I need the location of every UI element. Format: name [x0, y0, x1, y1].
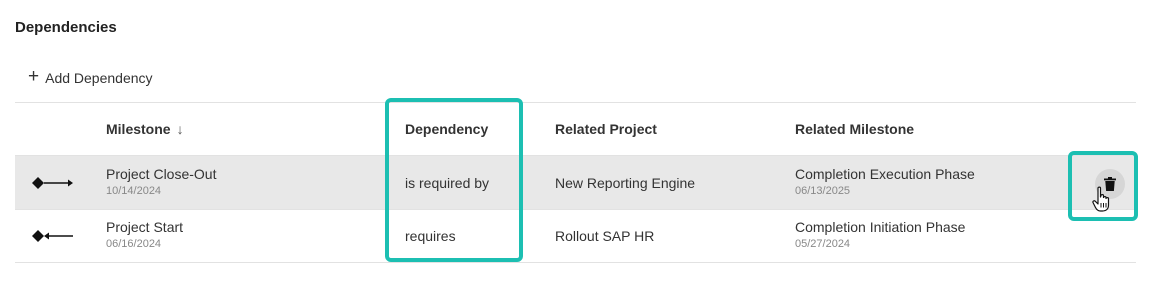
- add-dependency-button[interactable]: + Add Dependency: [28, 66, 153, 87]
- header-milestone-label: Milestone: [106, 121, 171, 137]
- plus-icon: +: [28, 66, 40, 87]
- hand-cursor-icon: [1092, 186, 1110, 212]
- related-milestone-name: Completion Execution Phase: [795, 166, 975, 182]
- milestone-cell: Project Close-Out 10/14/2024: [106, 166, 216, 197]
- related-milestone-cell: Completion Execution Phase 06/13/2025: [795, 166, 975, 197]
- header-milestone[interactable]: Milestone ↓: [106, 121, 184, 137]
- section-title: Dependencies: [15, 19, 117, 36]
- dependency-backward-icon: [32, 230, 73, 242]
- related-milestone-date: 06/13/2025: [795, 185, 851, 197]
- related-milestone-name: Completion Initiation Phase: [795, 219, 966, 235]
- related-project: Rollout SAP HR: [555, 228, 655, 244]
- add-dependency-label: Add Dependency: [45, 69, 153, 86]
- related-milestone-date: 05/27/2024: [795, 238, 851, 250]
- milestone-date: 10/14/2024: [106, 185, 162, 197]
- arrow-down-icon: ↓: [176, 121, 184, 137]
- milestone-cell: Project Start 06/16/2024: [106, 219, 183, 250]
- header-related-milestone[interactable]: Related Milestone: [795, 121, 914, 137]
- related-milestone-cell: Completion Initiation Phase 05/27/2024: [795, 219, 965, 250]
- milestone-name: Project Close-Out: [106, 166, 217, 182]
- divider: [15, 102, 1136, 103]
- header-related-project[interactable]: Related Project: [555, 121, 657, 137]
- milestone-date: 06/16/2024: [106, 238, 162, 250]
- divider: [15, 262, 1136, 263]
- highlight-box-dependency-column: [385, 98, 523, 262]
- related-project: New Reporting Engine: [555, 175, 696, 191]
- milestone-name: Project Start: [106, 219, 184, 235]
- dependency-forward-icon: [32, 177, 73, 189]
